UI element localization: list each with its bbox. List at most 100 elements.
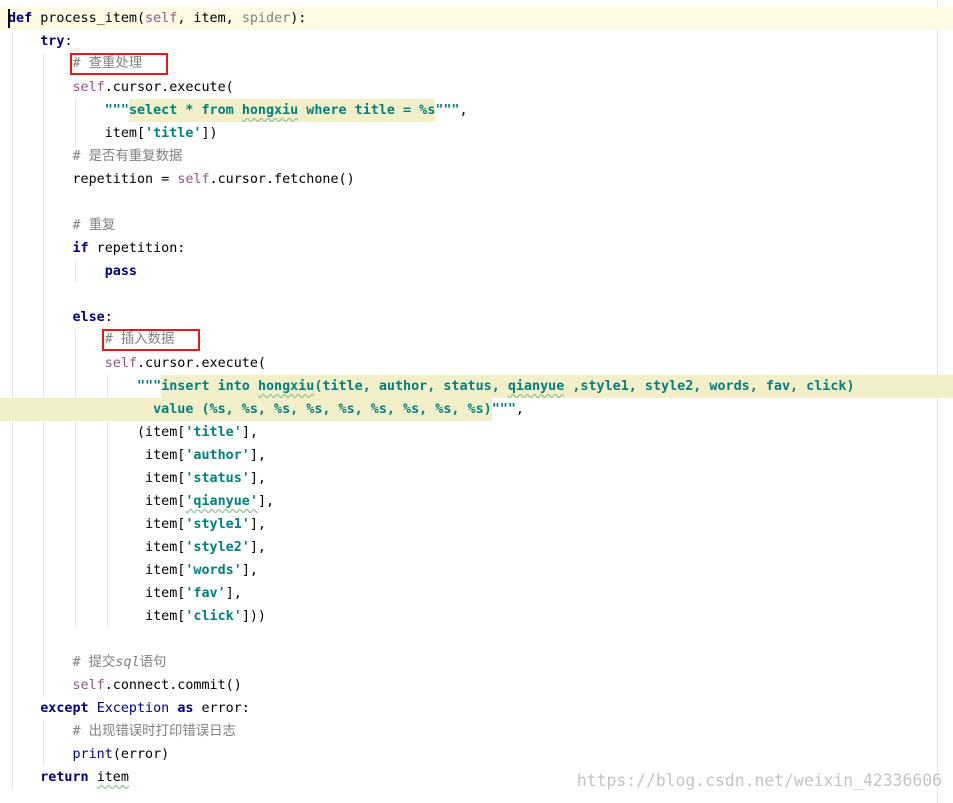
- token-plain: :: [104, 310, 113, 325]
- token-plain: ])): [241, 609, 266, 624]
- token-plain: ],: [241, 425, 258, 440]
- code-line[interactable]: """insert into hongxiu(title, author, st…: [0, 375, 953, 398]
- token-keyword: def: [8, 11, 33, 26]
- code-line[interactable]: pass: [0, 260, 953, 283]
- code-line[interactable]: item['words'],: [0, 559, 953, 582]
- code-editor[interactable]: def process_item(self, item, spider): tr…: [0, 0, 953, 803]
- token-string: 'style2': [185, 540, 250, 555]
- token-plain: :: [64, 34, 73, 49]
- token-plain: item[: [145, 586, 186, 601]
- token-plain: .cursor.fetchone(): [209, 172, 355, 187]
- token-string: 'title': [185, 425, 242, 440]
- token-plain: item[: [104, 126, 146, 141]
- token-plain: ],: [249, 471, 266, 486]
- code-line[interactable]: item['fav'],: [0, 582, 953, 605]
- token-self: self: [104, 356, 137, 371]
- code-lines[interactable]: def process_item(self, item, spider): tr…: [0, 7, 953, 789]
- token-keyword: else: [72, 310, 105, 325]
- token-plain: error:: [193, 701, 250, 716]
- code-line[interactable]: item['qianyue'],: [0, 490, 953, 513]
- token-string: value (%s, %s, %s, %s, %s, %s, %s, %s, %…: [0, 398, 492, 421]
- code-line[interactable]: # 提交sql语句: [0, 651, 953, 674]
- token-comment: 语句: [139, 655, 167, 670]
- code-line[interactable]: repetition = self.cursor.fetchone(): [0, 168, 953, 191]
- code-line[interactable]: print(error): [0, 743, 953, 766]
- code-line[interactable]: item['style2'],: [0, 536, 953, 559]
- token-comment-annotated: # 插入数据: [101, 329, 201, 351]
- code-line[interactable]: [0, 191, 953, 214]
- token-string: select * from: [128, 99, 242, 122]
- token-plain: item[: [145, 540, 186, 555]
- token-string: 'title': [145, 126, 202, 141]
- token-string: ,style1, style2, words, fav, click): [564, 375, 953, 398]
- code-line[interactable]: # 出现错误时打印错误日志: [0, 720, 953, 743]
- code-line[interactable]: [0, 628, 953, 651]
- token-plain: ],: [241, 563, 258, 578]
- code-line[interactable]: # 查重处理: [0, 53, 953, 76]
- code-line[interactable]: def process_item(self, item, spider):: [0, 7, 953, 30]
- token-comment: # 提交: [72, 655, 116, 670]
- token-string: where title = %s: [298, 99, 436, 122]
- code-line[interactable]: if repetition:: [0, 237, 953, 260]
- token-keyword: pass: [104, 264, 137, 279]
- code-line[interactable]: item['status'],: [0, 467, 953, 490]
- token-keyword: except: [40, 701, 89, 716]
- token-fn: process_item: [40, 11, 137, 26]
- code-line[interactable]: [0, 283, 953, 306]
- token-comment: # 重复: [72, 218, 116, 233]
- code-line[interactable]: """select * from hongxiu where title = %…: [0, 99, 953, 122]
- token-self: self: [177, 172, 210, 187]
- code-line[interactable]: self.cursor.execute(: [0, 76, 953, 99]
- code-line[interactable]: value (%s, %s, %s, %s, %s, %s, %s, %s, %…: [0, 398, 953, 421]
- code-line[interactable]: self.cursor.execute(: [0, 352, 953, 375]
- token-comment: sql: [115, 655, 140, 670]
- code-line[interactable]: # 是否有重复数据: [0, 145, 953, 168]
- token-string: insert into: [161, 375, 258, 398]
- token-plain: (: [137, 11, 146, 26]
- token-plain: ,: [515, 402, 524, 417]
- code-line[interactable]: # 插入数据: [0, 329, 953, 352]
- code-line[interactable]: else:: [0, 306, 953, 329]
- code-line[interactable]: item['click'])): [0, 605, 953, 628]
- token-builtin: Exception: [96, 701, 170, 716]
- code-line[interactable]: item['style1'],: [0, 513, 953, 536]
- token-plain: ):: [290, 11, 307, 26]
- token-string: 'status': [185, 471, 250, 486]
- token-self: self: [72, 678, 105, 693]
- token-plain: item[: [145, 448, 186, 463]
- token-keyword: if: [72, 241, 89, 256]
- token-builtin: print: [72, 747, 113, 762]
- code-line[interactable]: (item['title'],: [0, 421, 953, 444]
- token-plain: (error): [112, 747, 170, 762]
- token-plain: ],: [249, 448, 266, 463]
- token-keyword: return: [40, 770, 89, 785]
- token-comment: # 是否有重复数据: [72, 149, 183, 164]
- code-line[interactable]: except Exception as error:: [0, 697, 953, 720]
- code-line[interactable]: self.connect.commit(): [0, 674, 953, 697]
- watermark: https://blog.csdn.net/weixin_42336606: [576, 771, 942, 790]
- code-line[interactable]: # 重复: [0, 214, 953, 237]
- token-string: 'qianyue': [185, 494, 258, 509]
- code-line[interactable]: try:: [0, 30, 953, 53]
- code-line[interactable]: item['title']): [0, 122, 953, 145]
- token-plain: .connect.commit(): [104, 678, 242, 693]
- code-line[interactable]: item['author'],: [0, 444, 953, 467]
- token-string: hongxiu: [241, 99, 299, 122]
